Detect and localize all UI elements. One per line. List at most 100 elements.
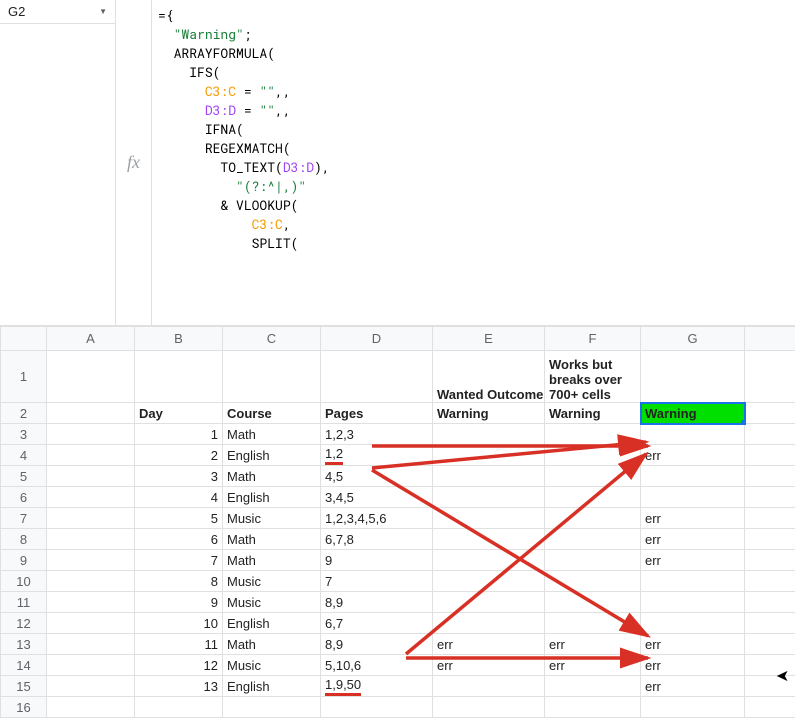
row-header[interactable]: 8 — [1, 529, 47, 550]
cell[interactable]: err — [545, 655, 641, 676]
cell[interactable]: err — [641, 550, 745, 571]
cell[interactable] — [545, 487, 641, 508]
cell[interactable]: Warning — [545, 403, 641, 424]
row-header[interactable]: 2 — [1, 403, 47, 424]
cell[interactable] — [641, 424, 745, 445]
cell[interactable]: 4,5 — [321, 466, 433, 487]
cell[interactable]: 5,10,6 — [321, 655, 433, 676]
cell[interactable] — [545, 571, 641, 592]
cell[interactable]: 6,7 — [321, 613, 433, 634]
cell[interactable] — [47, 655, 135, 676]
cell[interactable]: err — [641, 529, 745, 550]
cell[interactable] — [641, 697, 745, 718]
cell[interactable]: Math — [223, 424, 321, 445]
cell[interactable]: 11 — [135, 634, 223, 655]
cell[interactable] — [47, 529, 135, 550]
cell[interactable] — [135, 351, 223, 403]
cell[interactable] — [745, 487, 795, 508]
cell[interactable]: Music — [223, 592, 321, 613]
cell[interactable] — [641, 571, 745, 592]
row-header[interactable]: 4 — [1, 445, 47, 466]
col-header[interactable]: F — [545, 327, 641, 351]
spreadsheet-grid[interactable]: A B C D E F G 1Wanted OutcomeWorks but b… — [0, 326, 795, 718]
cell[interactable]: 1,2 — [321, 445, 433, 466]
cell[interactable] — [47, 466, 135, 487]
cell[interactable] — [545, 424, 641, 445]
cell[interactable]: err — [641, 508, 745, 529]
row-header[interactable]: 3 — [1, 424, 47, 445]
cell[interactable]: 12 — [135, 655, 223, 676]
cell[interactable] — [47, 571, 135, 592]
cell[interactable] — [47, 508, 135, 529]
cell[interactable] — [545, 592, 641, 613]
cell[interactable]: err — [641, 676, 745, 697]
col-header[interactable]: D — [321, 327, 433, 351]
cell[interactable] — [321, 351, 433, 403]
col-header[interactable]: C — [223, 327, 321, 351]
cell[interactable] — [545, 445, 641, 466]
cell[interactable] — [47, 403, 135, 424]
row-header[interactable]: 10 — [1, 571, 47, 592]
cell[interactable]: 3 — [135, 466, 223, 487]
cell[interactable]: err — [433, 655, 545, 676]
cell[interactable]: English — [223, 613, 321, 634]
row-header[interactable]: 5 — [1, 466, 47, 487]
cell[interactable] — [433, 676, 545, 697]
cell[interactable] — [745, 592, 795, 613]
cell[interactable] — [47, 592, 135, 613]
cell[interactable] — [433, 592, 545, 613]
cell[interactable]: 5 — [135, 508, 223, 529]
cell[interactable] — [47, 424, 135, 445]
cell[interactable]: err — [641, 634, 745, 655]
cell[interactable]: err — [641, 445, 745, 466]
cell[interactable]: Music — [223, 571, 321, 592]
col-header[interactable]: E — [433, 327, 545, 351]
cell[interactable] — [745, 634, 795, 655]
cell[interactable] — [321, 697, 433, 718]
cell[interactable]: Warning — [433, 403, 545, 424]
cell[interactable] — [223, 697, 321, 718]
cell[interactable] — [745, 697, 795, 718]
cell[interactable] — [433, 424, 545, 445]
cell[interactable]: 6,7,8 — [321, 529, 433, 550]
cell[interactable] — [433, 571, 545, 592]
cell[interactable] — [745, 445, 795, 466]
cell[interactable]: 1,2,3 — [321, 424, 433, 445]
row-header[interactable]: 1 — [1, 351, 47, 403]
cell[interactable] — [433, 550, 545, 571]
cell[interactable]: Works but breaks over 700+ cells — [545, 351, 641, 403]
cell[interactable] — [641, 613, 745, 634]
cell[interactable]: Course — [223, 403, 321, 424]
cell[interactable]: Math — [223, 529, 321, 550]
row-header[interactable]: 12 — [1, 613, 47, 634]
cell[interactable] — [47, 445, 135, 466]
select-all-corner[interactable] — [1, 327, 47, 351]
cell[interactable] — [47, 697, 135, 718]
cell[interactable]: Music — [223, 508, 321, 529]
cell[interactable]: 1 — [135, 424, 223, 445]
cell[interactable] — [545, 529, 641, 550]
cell[interactable]: 6 — [135, 529, 223, 550]
cell[interactable] — [47, 613, 135, 634]
cell[interactable] — [545, 550, 641, 571]
cell[interactable]: Day — [135, 403, 223, 424]
cell[interactable]: 8,9 — [321, 592, 433, 613]
cell[interactable] — [545, 613, 641, 634]
row-header[interactable]: 11 — [1, 592, 47, 613]
cell[interactable]: 4 — [135, 487, 223, 508]
cell[interactable] — [641, 592, 745, 613]
cell[interactable] — [433, 697, 545, 718]
row-header[interactable]: 6 — [1, 487, 47, 508]
cell[interactable]: English — [223, 487, 321, 508]
cell[interactable] — [641, 351, 745, 403]
cell[interactable] — [745, 466, 795, 487]
cell[interactable] — [745, 351, 795, 403]
cell[interactable] — [745, 571, 795, 592]
cell[interactable]: 7 — [135, 550, 223, 571]
cell[interactable] — [745, 613, 795, 634]
cell[interactable]: English — [223, 445, 321, 466]
cell[interactable] — [433, 613, 545, 634]
cell[interactable] — [545, 466, 641, 487]
cell[interactable] — [433, 508, 545, 529]
cell[interactable] — [47, 634, 135, 655]
